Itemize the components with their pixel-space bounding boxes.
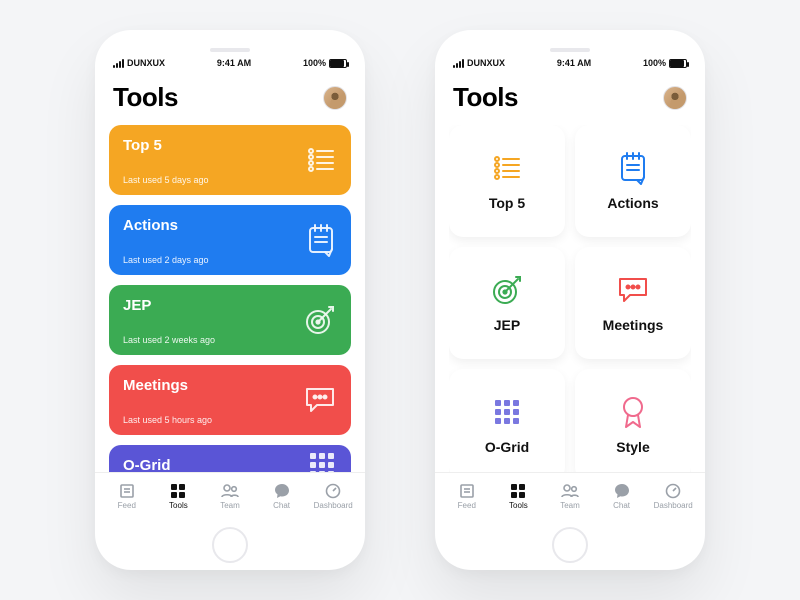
chat-bubble-icon xyxy=(613,483,631,499)
grid-icon xyxy=(307,450,337,472)
chat-bubble-icon xyxy=(273,483,291,499)
phone-speaker xyxy=(210,48,250,52)
tab-label: Tools xyxy=(509,501,528,510)
tool-tile-label: O-Grid xyxy=(485,439,529,455)
tab-chat[interactable]: Chat xyxy=(260,483,304,510)
target-icon xyxy=(303,303,337,337)
tab-dashboard[interactable]: Dashboard xyxy=(311,483,355,510)
tab-bar: Feed Tools Team Chat Dashboard xyxy=(95,472,365,520)
tools-list[interactable]: Top 5 Last used 5 days ago Actions Last … xyxy=(109,125,351,472)
page-title: Tools xyxy=(113,82,178,113)
battery-label: 100% xyxy=(303,58,326,68)
tools-grid[interactable]: Top 5 Actions JEP Meetings O xyxy=(449,125,691,472)
tab-label: Team xyxy=(560,501,580,510)
chat-icon xyxy=(616,273,650,307)
clock: 9:41 AM xyxy=(217,58,251,68)
tool-tile-label: JEP xyxy=(494,317,520,333)
tab-label: Chat xyxy=(613,501,630,510)
tools-icon xyxy=(509,483,527,499)
team-icon xyxy=(561,483,579,499)
tab-label: Team xyxy=(220,501,240,510)
tab-team[interactable]: Team xyxy=(548,483,592,510)
battery-icon xyxy=(329,59,347,68)
avatar[interactable] xyxy=(663,86,687,110)
tab-label: Feed xyxy=(458,501,476,510)
tools-icon xyxy=(169,483,187,499)
tool-card-top-5[interactable]: Top 5 Last used 5 days ago xyxy=(109,125,351,195)
page-header: Tools xyxy=(449,76,691,125)
tab-chat[interactable]: Chat xyxy=(600,483,644,510)
tool-tile-label: Top 5 xyxy=(489,195,525,211)
battery-label: 100% xyxy=(643,58,666,68)
tab-tools[interactable]: Tools xyxy=(156,483,200,510)
home-button[interactable] xyxy=(212,527,248,563)
tab-label: Chat xyxy=(273,501,290,510)
tool-tile-style[interactable]: Style xyxy=(575,369,691,472)
status-bar: DUNXUX 9:41 AM 100% xyxy=(449,58,691,76)
tool-card-meetings[interactable]: Meetings Last used 5 hours ago xyxy=(109,365,351,435)
home-button[interactable] xyxy=(552,527,588,563)
gauge-icon xyxy=(324,483,342,499)
tool-tile-label: Actions xyxy=(607,195,658,211)
signal-icon xyxy=(453,59,464,68)
tab-tools[interactable]: Tools xyxy=(496,483,540,510)
tab-bar: Feed Tools Team Chat Dashboard xyxy=(435,472,705,520)
tool-card-actions[interactable]: Actions Last used 2 days ago xyxy=(109,205,351,275)
tool-card-meta: Last used 5 days ago xyxy=(123,175,337,185)
tab-label: Tools xyxy=(169,501,188,510)
status-bar: DUNXUX 9:41 AM 100% xyxy=(109,58,351,76)
avatar[interactable] xyxy=(323,86,347,110)
battery-icon xyxy=(669,59,687,68)
gauge-icon xyxy=(664,483,682,499)
tool-tile-meetings[interactable]: Meetings xyxy=(575,247,691,359)
tab-label: Dashboard xyxy=(314,501,353,510)
tool-tile-label: Meetings xyxy=(603,317,664,333)
clock: 9:41 AM xyxy=(557,58,591,68)
feed-icon xyxy=(458,483,476,499)
team-icon xyxy=(221,483,239,499)
phone-left: DUNXUX 9:41 AM 100% Tools Top 5 Last use… xyxy=(95,30,365,570)
tab-dashboard[interactable]: Dashboard xyxy=(651,483,695,510)
tool-tile-top-5[interactable]: Top 5 xyxy=(449,125,565,237)
grid-icon xyxy=(492,395,522,429)
page-header: Tools xyxy=(109,76,351,125)
page-title: Tools xyxy=(453,82,518,113)
chat-icon xyxy=(303,385,337,415)
tool-tile-o-grid[interactable]: O-Grid xyxy=(449,369,565,472)
phone-speaker xyxy=(550,48,590,52)
notepad-icon xyxy=(305,223,337,257)
carrier-label: DUNXUX xyxy=(127,58,165,68)
tool-tile-label: Style xyxy=(616,439,649,455)
tab-team[interactable]: Team xyxy=(208,483,252,510)
tool-card-o-grid[interactable]: O-Grid xyxy=(109,445,351,472)
signal-icon xyxy=(113,59,124,68)
tab-feed[interactable]: Feed xyxy=(105,483,149,510)
tool-card-title: O-Grid xyxy=(123,457,337,472)
tab-label: Feed xyxy=(118,501,136,510)
tool-tile-actions[interactable]: Actions xyxy=(575,125,691,237)
tab-label: Dashboard xyxy=(654,501,693,510)
list-icon xyxy=(491,151,523,185)
tab-feed[interactable]: Feed xyxy=(445,483,489,510)
notepad-icon xyxy=(617,151,649,185)
tool-card-meta: Last used 5 hours ago xyxy=(123,415,337,425)
ribbon-icon xyxy=(618,395,648,429)
target-icon xyxy=(490,273,524,307)
feed-icon xyxy=(118,483,136,499)
tool-card-jep[interactable]: JEP Last used 2 weeks ago xyxy=(109,285,351,355)
phone-right: DUNXUX 9:41 AM 100% Tools Top 5 Actions xyxy=(435,30,705,570)
list-icon xyxy=(305,144,337,176)
carrier-label: DUNXUX xyxy=(467,58,505,68)
tool-tile-jep[interactable]: JEP xyxy=(449,247,565,359)
